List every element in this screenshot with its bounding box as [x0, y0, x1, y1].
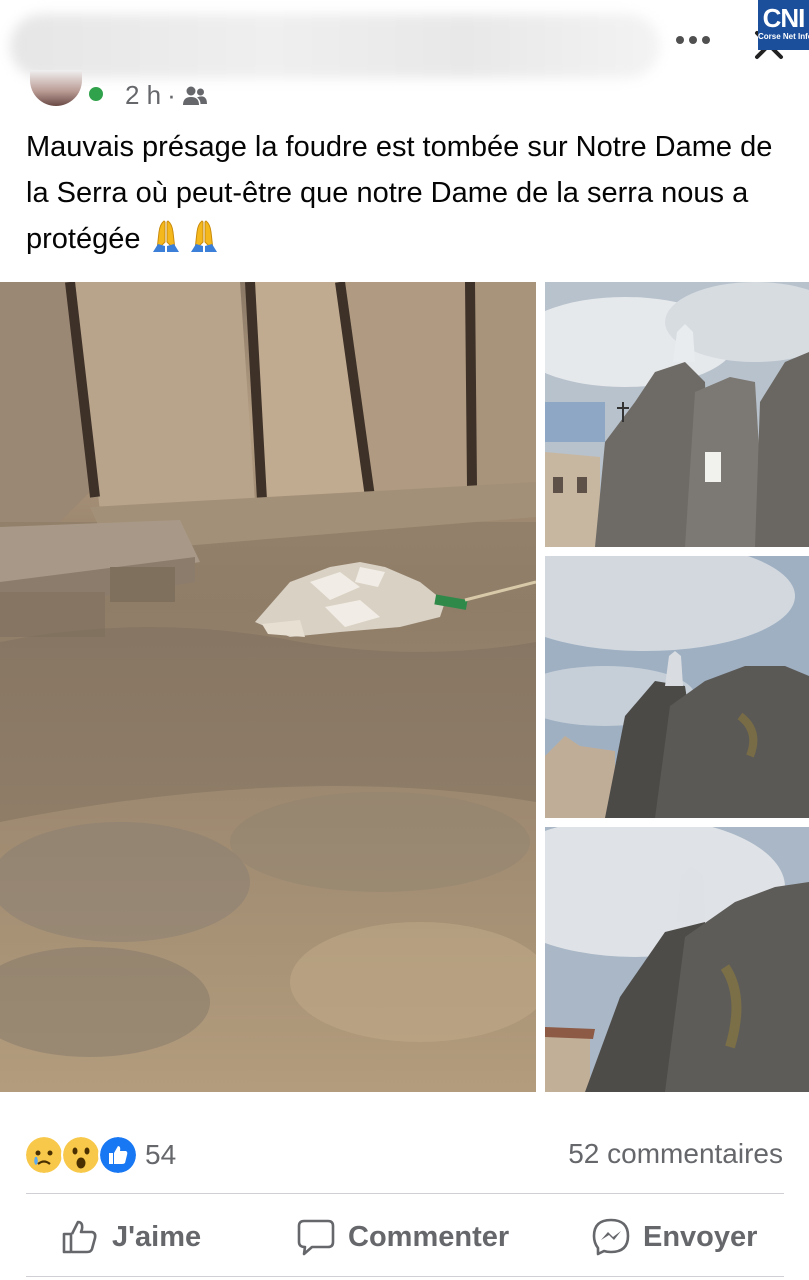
messenger-icon — [592, 1218, 630, 1256]
send-label: Envoyer — [643, 1220, 758, 1253]
folded-hands-icon — [152, 220, 179, 252]
comment-button[interactable]: Commenter — [296, 1212, 509, 1262]
post-header: 2 h · CNI Corse Net Infos — [0, 0, 809, 110]
cni-logo-sub: Corse Net Infos — [758, 32, 809, 41]
reaction-count: 54 — [145, 1139, 177, 1170]
post-text: Mauvais présage la foudre est tombée sur… — [26, 124, 786, 262]
comment-icon — [297, 1219, 335, 1256]
thumbs-up-icon — [62, 1220, 97, 1254]
folded-hands-icon — [190, 220, 217, 252]
post-text-body: Mauvais présage la foudre est tombée sur… — [26, 131, 773, 255]
meta-separator: · — [167, 80, 176, 110]
reaction-summary[interactable]: 54 — [24, 1135, 177, 1175]
avatar[interactable] — [30, 70, 82, 106]
statue-rocks-sky-photo-3[interactable] — [545, 827, 809, 1092]
statue-rocks-sky-photo-2[interactable] — [545, 556, 809, 818]
post-time[interactable]: 2 h — [125, 80, 161, 111]
cni-logo-main: CNI — [762, 3, 806, 33]
wow-reaction-icon — [61, 1135, 101, 1175]
comment-label: Commenter — [348, 1220, 510, 1253]
cni-logo: CNI Corse Net Infos — [758, 0, 809, 50]
like-reaction-icon — [98, 1135, 138, 1175]
more-dots-icon[interactable] — [676, 30, 714, 50]
online-status-dot — [86, 84, 106, 104]
rock-ground-debris-photo[interactable] — [0, 282, 536, 1092]
post-meta: 2 h · — [125, 80, 208, 111]
friends-icon — [182, 86, 207, 105]
like-label: J'aime — [112, 1220, 202, 1253]
statue-rocks-sky-photo-1[interactable] — [545, 282, 809, 547]
send-button[interactable]: Envoyer — [591, 1212, 757, 1262]
divider-top — [26, 1193, 784, 1194]
like-button[interactable]: J'aime — [60, 1212, 201, 1262]
blurred-author-name — [10, 14, 660, 78]
sad-reaction-icon — [24, 1135, 64, 1175]
comment-count[interactable]: 52 commentaires — [568, 1138, 783, 1170]
divider-bottom — [26, 1276, 784, 1277]
